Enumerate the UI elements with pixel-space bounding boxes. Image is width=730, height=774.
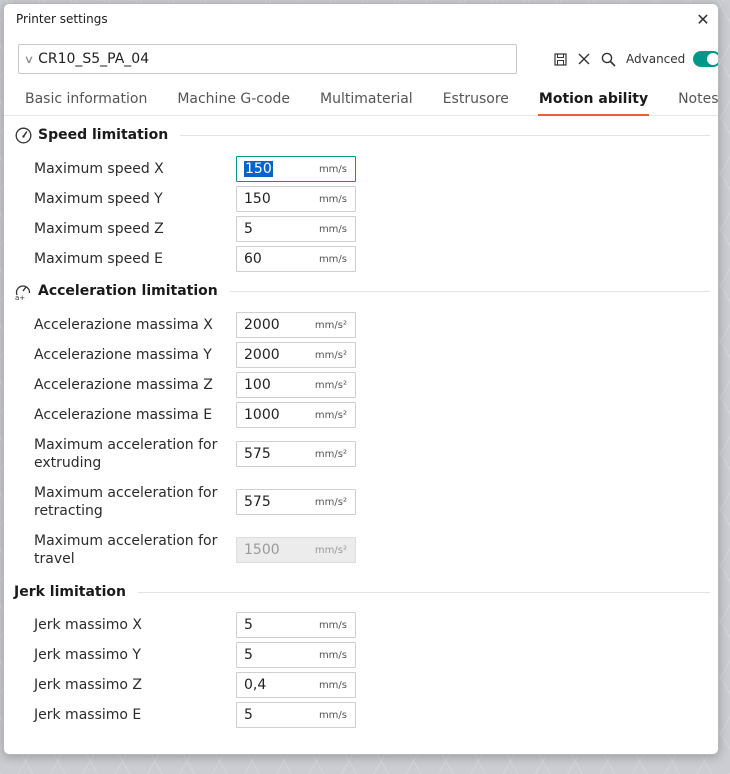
advanced-toggle[interactable]: [693, 51, 718, 67]
tab-basic-information[interactable]: Basic information: [24, 88, 148, 116]
preset-name: CR10_S5_PA_04: [38, 51, 150, 67]
preset-dropdown[interactable]: ∨ CR10_S5_PA_04: [18, 44, 517, 74]
max-speed-x-value: 150: [244, 161, 273, 177]
max-speed-y-label: Maximum speed Y: [34, 191, 163, 207]
accel-max-e-label: Accelerazione massima E: [34, 407, 213, 423]
jerk-e-unit: mm/s: [318, 709, 347, 721]
max-speed-y-field[interactable]: 150 mm/s: [236, 186, 356, 212]
accel-retracting-label: Maximum acceleration for retracting: [34, 485, 218, 519]
accel-max-e-value: 1000: [244, 407, 280, 423]
max-speed-e-label: Maximum speed E: [34, 251, 164, 267]
max-speed-e-field[interactable]: 60 mm/s: [236, 246, 356, 272]
speed-section-header: Speed limitation: [14, 125, 710, 145]
accel-retracting-field[interactable]: 575 mm/s²: [236, 489, 356, 515]
tab-estrusore[interactable]: Estrusore: [442, 88, 510, 116]
accel-max-e-field[interactable]: 1000 mm/s²: [236, 402, 356, 428]
preset-row: ∨ CR10_S5_PA_04 Advanced: [18, 44, 718, 74]
accel-max-y-unit: mm/s²: [314, 349, 347, 361]
jerk-y-value: 5: [244, 647, 253, 663]
accel-extruding-unit: mm/s²: [314, 448, 347, 460]
acceleration-icon: a+: [14, 282, 32, 300]
accel-travel-value: 1500: [244, 542, 280, 558]
speed-section-title: Speed limitation: [38, 127, 169, 143]
jerk-y-field[interactable]: 5 mm/s: [236, 642, 356, 668]
jerk-y-unit: mm/s: [318, 649, 347, 661]
jerk-z-value: 0,4: [244, 677, 267, 693]
settings-content: Speed limitation Maximum speed X 150 mm/…: [4, 117, 718, 754]
accel-max-z-value: 100: [244, 377, 271, 393]
accel-max-y-field[interactable]: 2000 mm/s²: [236, 342, 356, 368]
jerk-x-field[interactable]: 5 mm/s: [236, 612, 356, 638]
jerk-e-value: 5: [244, 707, 253, 723]
accel-extruding-label: Maximum acceleration for extruding: [34, 437, 218, 471]
jerk-x-label: Jerk massimo X: [34, 617, 142, 633]
section-divider: [138, 591, 710, 593]
accel-max-z-field[interactable]: 100 mm/s²: [236, 372, 356, 398]
section-divider: [180, 134, 710, 136]
tab-notes[interactable]: Notes: [677, 88, 718, 116]
accel-section-header: a+ Acceleration limitation: [14, 281, 710, 301]
jerk-z-field[interactable]: 0,4 mm/s: [236, 672, 356, 698]
accel-travel-label: Maximum acceleration for travel: [34, 533, 218, 567]
jerk-y-label: Jerk massimo Y: [34, 647, 141, 663]
settings-tabs: Basic information Machine G-code Multima…: [4, 88, 718, 116]
svg-text:a+: a+: [15, 294, 25, 300]
jerk-z-unit: mm/s: [318, 679, 347, 691]
accel-max-y-value: 2000: [244, 347, 280, 363]
accel-max-x-unit: mm/s²: [314, 319, 347, 331]
title-bar: Printer settings ✕: [4, 4, 718, 34]
accel-max-y-label: Accelerazione massima Y: [34, 347, 212, 363]
accel-section-title: Acceleration limitation: [38, 283, 218, 299]
section-divider: [229, 290, 710, 292]
speedometer-icon: [14, 126, 32, 144]
accel-travel-unit: mm/s²: [314, 544, 347, 556]
search-icon[interactable]: [600, 51, 616, 67]
max-speed-y-unit: mm/s: [318, 193, 347, 205]
max-speed-e-value: 60: [244, 251, 262, 267]
chevron-down-icon: ∨: [23, 52, 35, 66]
max-speed-z-unit: mm/s: [318, 223, 347, 235]
advanced-label: Advanced: [626, 52, 686, 66]
accel-retracting-unit: mm/s²: [314, 496, 347, 508]
accel-max-z-label: Accelerazione massima Z: [34, 377, 213, 393]
max-speed-x-field[interactable]: 150 mm/s: [236, 156, 356, 182]
save-icon[interactable]: [552, 51, 568, 67]
accel-max-x-label: Accelerazione massima X: [34, 317, 213, 333]
delete-preset-icon[interactable]: [576, 51, 592, 67]
printer-settings-dialog: Printer settings ✕ ∨ CR10_S5_PA_04 Advan…: [3, 3, 719, 755]
max-speed-y-value: 150: [244, 191, 271, 207]
accel-retracting-value: 575: [244, 494, 271, 510]
jerk-x-unit: mm/s: [318, 619, 347, 631]
accel-extruding-field[interactable]: 575 mm/s²: [236, 441, 356, 467]
accel-max-x-value: 2000: [244, 317, 280, 333]
jerk-x-value: 5: [244, 617, 253, 633]
close-icon[interactable]: ✕: [688, 4, 718, 34]
tab-machine-gcode[interactable]: Machine G-code: [176, 88, 291, 116]
accel-max-x-field[interactable]: 2000 mm/s²: [236, 312, 356, 338]
max-speed-z-value: 5: [244, 221, 253, 237]
preset-tools: Advanced: [552, 44, 718, 74]
jerk-section-title: Jerk limitation: [14, 584, 126, 600]
max-speed-x-unit: mm/s: [318, 163, 347, 175]
jerk-e-field[interactable]: 5 mm/s: [236, 702, 356, 728]
max-speed-e-unit: mm/s: [318, 253, 347, 265]
max-speed-z-label: Maximum speed Z: [34, 221, 164, 237]
tab-motion-ability[interactable]: Motion ability: [537, 88, 650, 116]
jerk-section-header: Jerk limitation: [14, 582, 710, 602]
max-speed-x-label: Maximum speed X: [34, 161, 164, 177]
jerk-z-label: Jerk massimo Z: [34, 677, 142, 693]
tab-multimaterial[interactable]: Multimaterial: [319, 88, 414, 116]
accel-extruding-value: 575: [244, 446, 271, 462]
accel-max-z-unit: mm/s²: [314, 379, 347, 391]
accel-travel-field: 1500 mm/s²: [236, 537, 356, 563]
window-title: Printer settings: [16, 12, 108, 26]
max-speed-z-field[interactable]: 5 mm/s: [236, 216, 356, 242]
accel-max-e-unit: mm/s²: [314, 409, 347, 421]
jerk-e-label: Jerk massimo E: [34, 707, 142, 723]
